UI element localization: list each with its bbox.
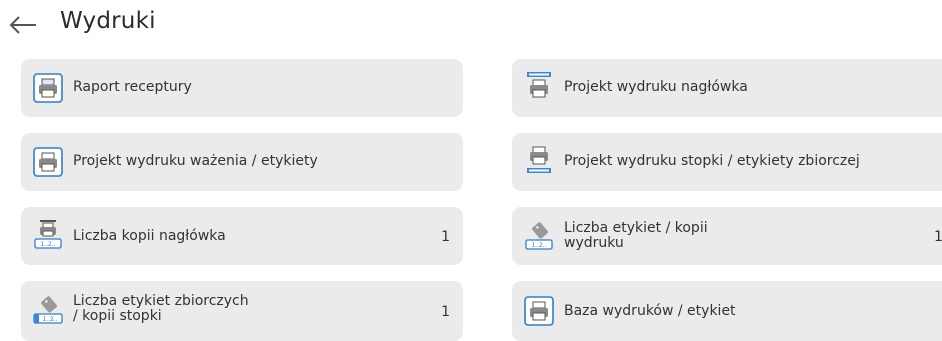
tile-label-line-1: Liczba etykiet / kopii bbox=[564, 220, 708, 236]
tile-header-print-design[interactable]: Projekt wydruku nagłówka bbox=[512, 59, 942, 117]
tile-value: 1 bbox=[934, 229, 942, 245]
tile-value: 1 bbox=[441, 304, 450, 320]
print-report-icon bbox=[33, 73, 63, 103]
print-database-icon bbox=[524, 296, 554, 326]
tile-value: 1 bbox=[441, 229, 450, 245]
header-bar: Wydruki bbox=[0, 0, 942, 52]
tile-label-line-2: / kopii stopki bbox=[73, 308, 162, 324]
tile-label-line-2: wydruku bbox=[564, 235, 624, 251]
tile-print-database[interactable]: Baza wydruków / etykiet bbox=[512, 281, 942, 341]
tile-label: Raport receptury bbox=[73, 79, 192, 95]
footer-print-icon bbox=[527, 146, 551, 173]
page-title: Wydruki bbox=[60, 8, 156, 34]
svg-text:1..2..: 1..2.. bbox=[42, 316, 57, 323]
back-arrow-icon[interactable] bbox=[8, 13, 38, 37]
tile-recipe-report[interactable]: Raport receptury bbox=[21, 59, 463, 117]
header-print-icon bbox=[527, 72, 551, 98]
tile-header-copies[interactable]: 1..2.. Liczba kopii nagłówka 1 bbox=[21, 207, 463, 265]
tile-label: Liczba kopii nagłówka bbox=[73, 228, 226, 244]
weighing-print-icon bbox=[33, 147, 63, 177]
label-copies-icon: 1..2.. bbox=[525, 222, 553, 250]
collective-label-copies-icon: 1..2.. bbox=[33, 296, 63, 324]
tile-label: Baza wydruków / etykiet bbox=[564, 303, 736, 319]
tile-collective-label-copies[interactable]: 1..2.. Liczba etykiet zbiorczych / kopii… bbox=[21, 281, 463, 341]
header-copies-icon: 1..2.. bbox=[34, 220, 62, 249]
tile-label-line-1: Liczba etykiet zbiorczych bbox=[73, 293, 249, 309]
tile-label: Projekt wydruku stopki / etykiety zbiorc… bbox=[564, 153, 860, 169]
tile-label: Projekt wydruku ważenia / etykiety bbox=[73, 153, 318, 169]
svg-text:1..2..: 1..2.. bbox=[531, 242, 546, 249]
tile-label: Projekt wydruku nagłówka bbox=[564, 79, 748, 95]
tile-weighing-print-design[interactable]: Projekt wydruku ważenia / etykiety bbox=[21, 133, 463, 191]
tile-label-copies[interactable]: 1..2.. Liczba etykiet / kopii wydruku 1 bbox=[512, 207, 942, 265]
svg-text:1..2..: 1..2.. bbox=[40, 241, 55, 248]
tile-footer-print-design[interactable]: Projekt wydruku stopki / etykiety zbiorc… bbox=[512, 133, 942, 191]
